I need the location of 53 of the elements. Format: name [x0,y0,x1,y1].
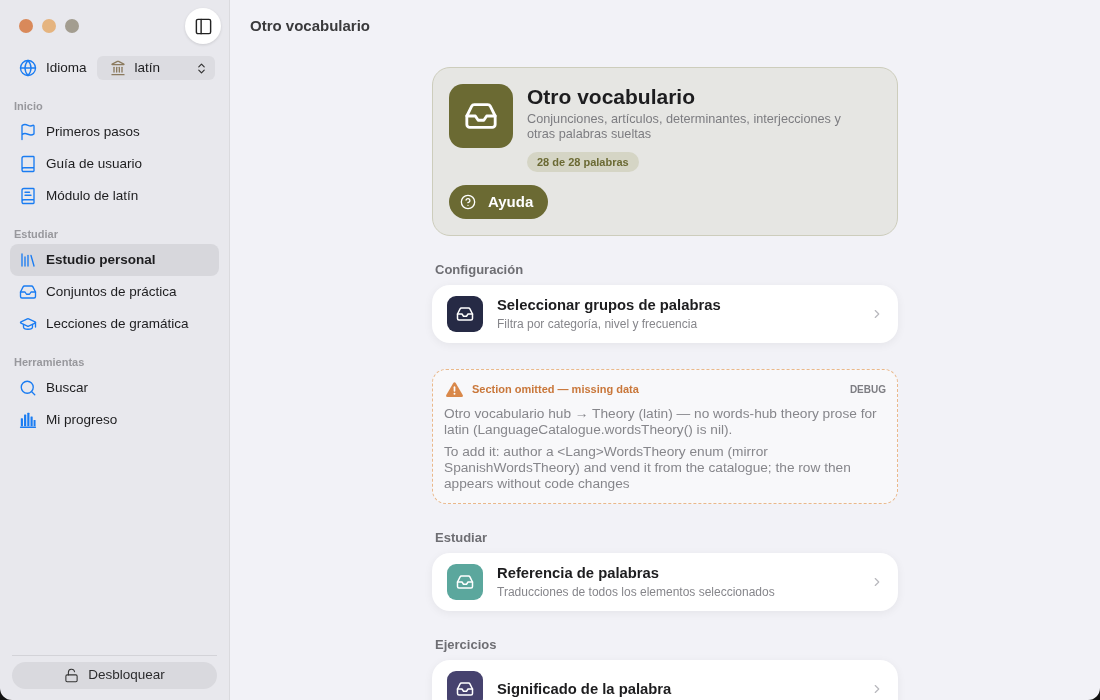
page-title: Otro vocabulario [250,15,371,36]
row-title: Seleccionar grupos de palabras [497,296,722,314]
row-title: Referencia de palabras [497,564,661,582]
sidebar-item[interactable]: Lecciones de gramática [10,308,219,340]
list-row-card[interactable]: Significado de la palabra [432,660,898,700]
notice-paragraph: To add it: author a <Lang>WordsTheory enum (mirror SpanishWordsTheory) and vend it from the catalogue; the row then appears without code changes [444,444,852,492]
tray-icon [19,283,37,301]
landmark-icon [109,60,126,76]
language-picker[interactable]: latín [96,56,215,80]
section-header: Inicio [13,99,44,113]
sidebar-item[interactable]: Módulo de latín [10,180,219,212]
sidebar-item[interactable]: Mi progreso [10,404,219,436]
hero-title: Otro vocabulario [527,84,696,110]
list-row-card[interactable]: Seleccionar grupos de palabras Filtra por categoría, nivel y frecuencia [432,285,898,343]
sidebar-toggle-button[interactable] [185,8,221,44]
sidebar-item[interactable]: Buscar [10,372,219,404]
sidebar-item[interactable]: Conjuntos de práctica [10,276,219,308]
sidebar-item[interactable]: Estudio personal [10,244,219,276]
notice-title: Section omitted — missing data [472,383,639,396]
row-subtitle: Filtra por categoría, nivel y frecuencia [497,316,699,332]
notice-paragraph: Otro vocabulario hub → Theory (latin) — no words-hub theory prose for latin (LanguageCatalogue.wordsTheory() is nil). [444,406,878,438]
unlock-button[interactable]: Desbloquear [12,662,217,689]
row-title: Significado de la palabra [497,680,673,698]
sidebar-icon [193,16,213,36]
graduation-cap-icon [19,315,37,333]
bar-chart-icon [19,411,37,429]
zoom-window-icon[interactable] [65,19,79,33]
flag-icon [19,123,37,141]
books-icon [19,251,37,269]
book-icon [19,155,37,173]
sidebar-item[interactable]: Primeros pasos [10,116,219,148]
section-title: Configuración [434,262,525,277]
warning-icon [446,382,463,397]
hero-description: Conjunciones, artículos, determinantes, interjecciones y otras palabras sueltas [527,112,842,142]
unlock-icon [64,668,80,683]
section-header: Estudiar [13,227,59,241]
word-count-badge: 28 de 28 palabras [527,152,639,172]
question-circle-icon [460,194,476,210]
globe-icon [19,59,37,77]
tray-icon [449,84,513,148]
help-button[interactable]: Ayuda [449,185,549,219]
row-subtitle: Traducciones de todos los elementos seleccionados [497,584,776,600]
book-icon [19,187,37,205]
minimize-window-icon[interactable] [42,19,56,33]
sidebar-item[interactable]: Guía de usuario [10,148,219,180]
language-label: Idioma [46,58,87,77]
debug-tag: DEBUG [849,383,886,396]
section-header: Herramientas [13,355,86,369]
section-title: Ejercicios [434,637,498,652]
list-row-card[interactable]: Referencia de palabras Traducciones de todos los elementos seleccionados [432,553,898,611]
section-title: Estudiar [434,530,488,545]
close-window-icon[interactable] [19,19,33,33]
search-icon [19,379,37,397]
